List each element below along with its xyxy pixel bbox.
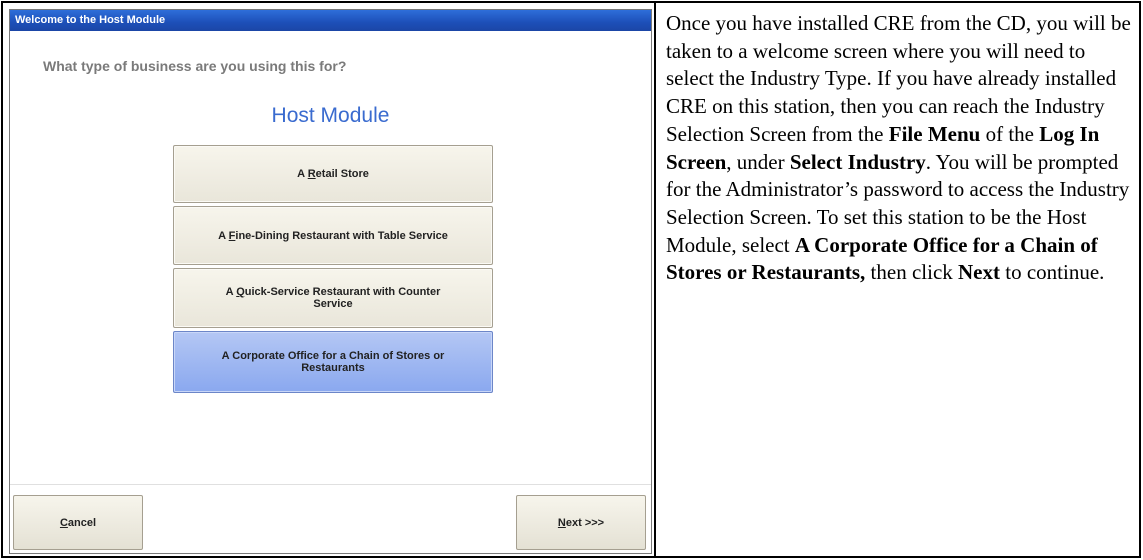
quick-service-option-label: A Quick-Service Restaurant with Counter … [225, 286, 441, 310]
next-button-label: Next >>> [557, 516, 605, 529]
column-divider [654, 3, 656, 556]
corporate-office-option-label: A Corporate Office for a Chain of Stores… [221, 350, 445, 374]
cancel-button[interactable]: Cancel [13, 495, 143, 550]
instructions-text: Once you have installed CRE from the CD,… [666, 11, 1131, 285]
dialog-title-bar: Welcome to the Host Module [10, 10, 651, 31]
host-module-dialog: Welcome to the Host Module What type of … [9, 9, 652, 554]
fine-dining-option-label: A Fine-Dining Restaurant with Table Serv… [218, 229, 448, 242]
next-button[interactable]: Next >>> [516, 495, 646, 550]
module-title: Host Module [271, 104, 390, 127]
cancel-button-label: Cancel [59, 516, 97, 529]
business-type-question: What type of business are you using this… [43, 58, 347, 74]
corporate-office-option[interactable]: A Corporate Office for a Chain of Stores… [173, 331, 493, 393]
retail-store-option[interactable]: A Retail Store [173, 145, 493, 203]
document-table: Welcome to the Host Module What type of … [1, 1, 1141, 558]
footer-separator [10, 484, 651, 485]
fine-dining-option[interactable]: A Fine-Dining Restaurant with Table Serv… [173, 206, 493, 265]
quick-service-option[interactable]: A Quick-Service Restaurant with Counter … [173, 268, 493, 328]
retail-store-option-label: A Retail Store [297, 168, 369, 180]
